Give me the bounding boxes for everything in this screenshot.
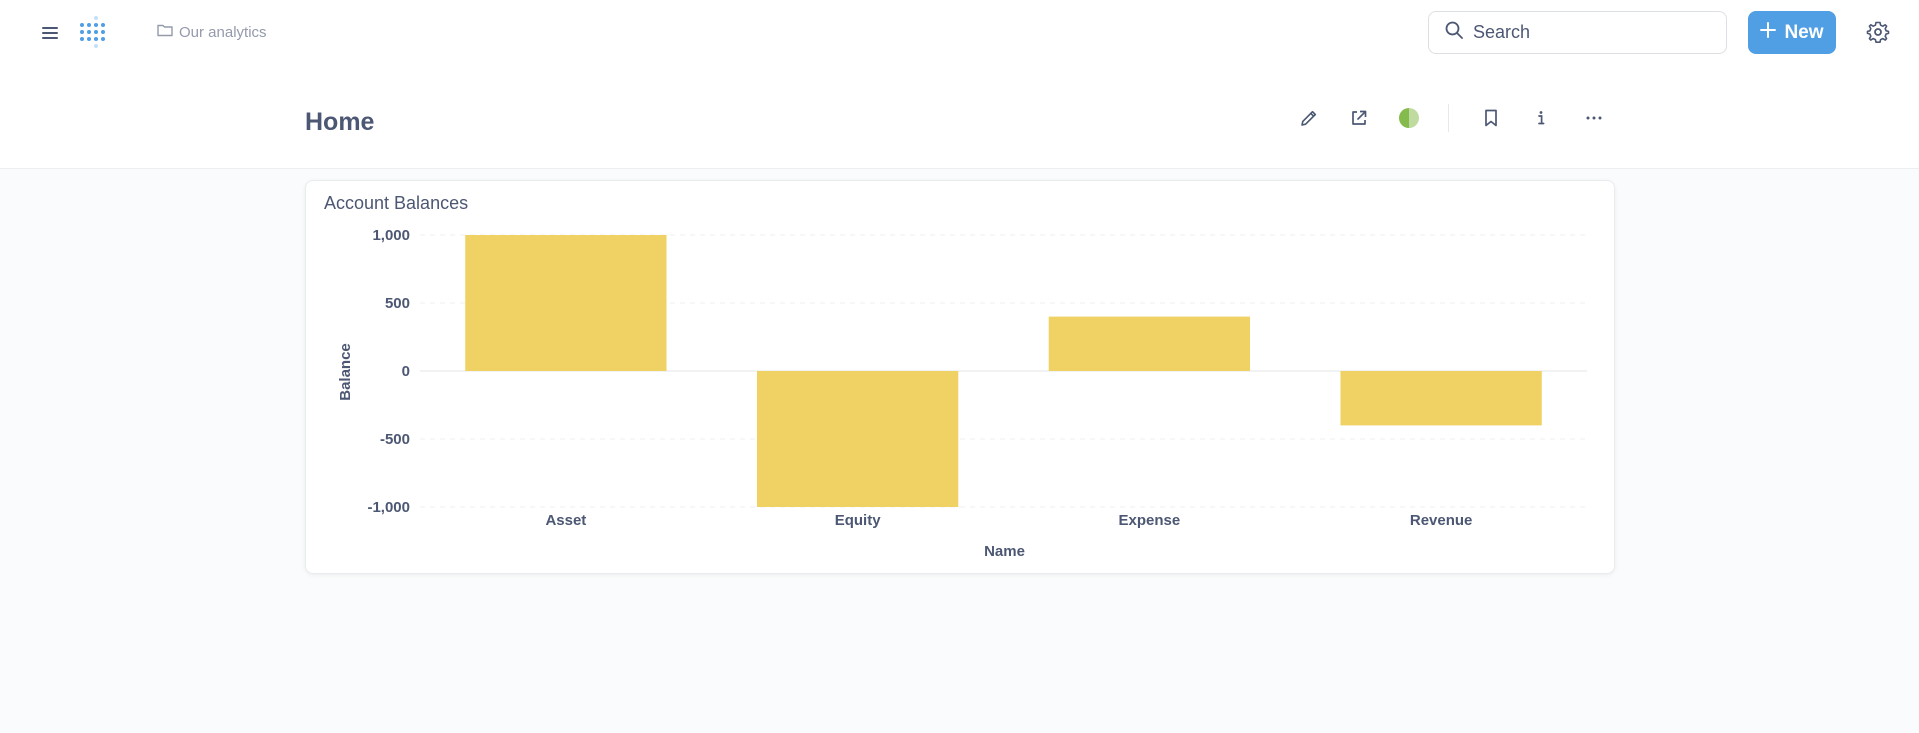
metabase-logo[interactable]	[76, 14, 112, 50]
pencil-icon[interactable]	[1297, 106, 1321, 130]
folder-icon	[157, 23, 173, 41]
info-icon[interactable]	[1529, 106, 1553, 130]
y-tick-label: 0	[402, 363, 410, 380]
bookmark-icon[interactable]	[1479, 106, 1503, 130]
x-tick-label: Asset	[545, 512, 586, 529]
gear-icon[interactable]	[1866, 20, 1890, 44]
ellipsis-icon[interactable]	[1582, 106, 1606, 130]
bar-chart: 1,000 500 0 -500 -1,000 Asset Equity Expense Rev…	[337, 227, 1587, 560]
new-button-label: New	[1784, 21, 1824, 43]
new-button[interactable]: New	[1748, 11, 1836, 54]
y-tick-label: 1,000	[372, 227, 410, 244]
dashboard-header	[0, 64, 1919, 169]
share-icon[interactable]	[1347, 106, 1371, 130]
x-tick-label: Revenue	[1410, 512, 1473, 529]
y-tick-label: 500	[385, 295, 410, 312]
breadcrumb[interactable]: Our analytics	[157, 22, 267, 42]
search-icon	[1445, 21, 1463, 44]
x-axis-title: Name	[984, 543, 1025, 560]
x-tick-label: Expense	[1119, 512, 1181, 529]
bar-expense[interactable]	[1048, 316, 1251, 371]
top-nav-bar: Our analytics New	[0, 0, 1919, 64]
header-divider	[1448, 104, 1449, 132]
bar-revenue[interactable]	[1340, 371, 1542, 426]
x-tick-label: Equity	[835, 512, 881, 529]
page-title: Home	[305, 108, 375, 136]
search-bar[interactable]	[1428, 11, 1727, 54]
y-tick-label: -1,000	[367, 499, 410, 516]
bar-equity[interactable]	[756, 371, 959, 507]
half-circle-icon[interactable]	[1397, 106, 1421, 130]
bar-asset[interactable]	[465, 235, 667, 371]
plus-icon	[1760, 21, 1777, 44]
y-axis-title: Balance	[337, 343, 354, 401]
breadcrumb-label: Our analytics	[179, 23, 267, 41]
hamburger-icon[interactable]	[38, 24, 62, 42]
search-input[interactable]	[1473, 22, 1703, 43]
y-tick-label: -500	[380, 431, 410, 448]
